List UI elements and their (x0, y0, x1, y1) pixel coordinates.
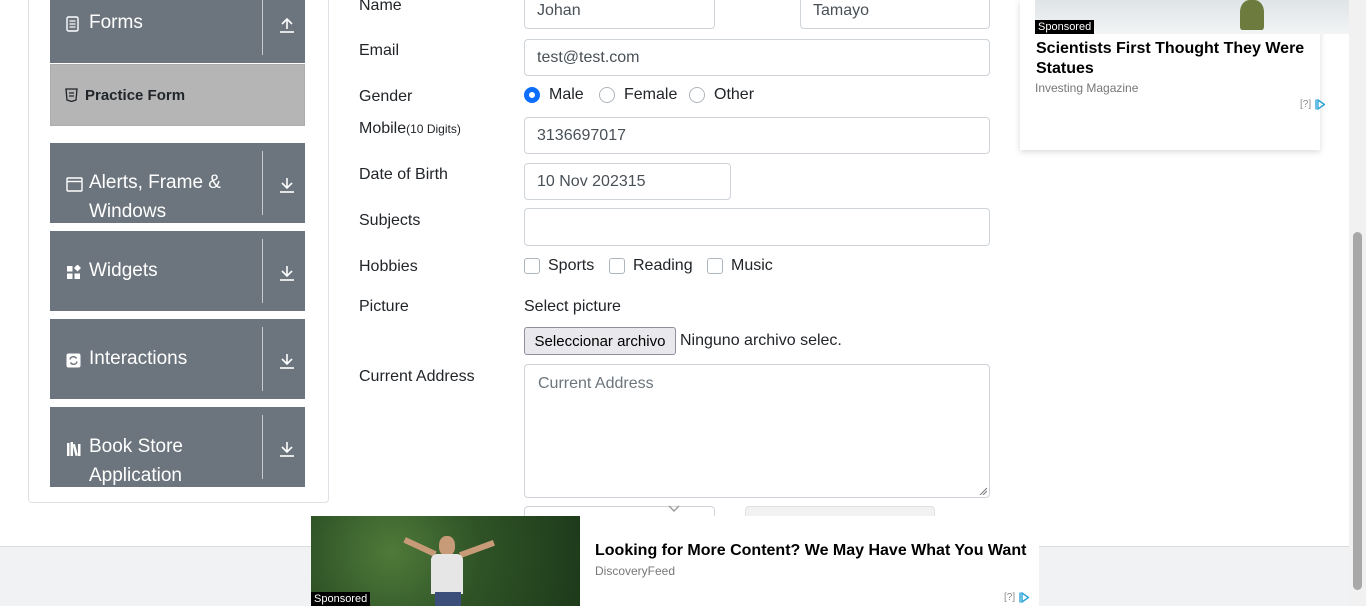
radio-label: Female (624, 86, 678, 103)
arrow-down-icon[interactable] (278, 176, 296, 194)
divider (262, 415, 263, 479)
ad-title[interactable]: Scientists First Thought They Were Statu… (1036, 39, 1318, 79)
divider (262, 327, 263, 391)
sidebar-group-label: Widgets (89, 260, 158, 281)
radio-button[interactable] (524, 87, 540, 103)
sidebar-group-label-line2: Windows (89, 201, 167, 222)
file-status-text: Ninguno archivo selec. (680, 332, 842, 349)
date-of-birth-field[interactable]: 10 Nov 202315 (524, 163, 731, 200)
sidebar-group-label: Forms (89, 12, 143, 33)
radio-button[interactable] (689, 87, 705, 103)
date-of-birth-label: Date of Birth (359, 166, 448, 183)
hobby-sports-checkbox[interactable] (524, 258, 540, 274)
hobbies-label: Hobbies (359, 258, 418, 275)
arrow-down-icon[interactable] (278, 264, 296, 282)
widgets-icon (67, 265, 81, 279)
hobby-reading-checkbox[interactable] (609, 258, 625, 274)
choose-file-button[interactable]: Seleccionar archivo (524, 327, 676, 355)
sidebar-item-practice-form[interactable]: Practice Form (50, 64, 305, 126)
radio-label: Other (714, 86, 755, 103)
sidebar-item-label: Practice Form (85, 87, 186, 104)
gender-option-other[interactable]: Other (689, 86, 754, 104)
last-name-field[interactable]: Tamayo (800, 0, 990, 29)
email-field[interactable]: test@test.com (524, 39, 990, 76)
gender-label: Gender (359, 88, 413, 105)
person-shape (435, 592, 461, 606)
person-shape (403, 537, 437, 557)
hobby-sports-label[interactable]: Sports (548, 257, 594, 275)
sidebar-group-label: Alerts, Frame & (89, 172, 221, 193)
subjects-input[interactable] (524, 208, 990, 246)
ad-source[interactable]: Investing Magazine (1035, 81, 1138, 95)
current-address-textarea[interactable]: Current Address (524, 364, 990, 498)
tree-shape (1240, 0, 1264, 30)
radio-button[interactable] (599, 87, 615, 103)
radio-label: Male (549, 86, 584, 103)
current-address-label: Current Address (359, 368, 475, 385)
divider (262, 0, 263, 55)
arrow-down-icon[interactable] (278, 352, 296, 370)
textarea-placeholder: Current Address (538, 375, 654, 392)
sidebar-group-book-store-application[interactable]: Book Store Application (50, 407, 305, 487)
subjects-label: Subjects (359, 212, 421, 229)
divider (262, 239, 263, 303)
sponsored-label: Sponsored (311, 592, 371, 606)
adchoices-icon[interactable] (1019, 592, 1030, 603)
sidebar-group-label-line2: Application (89, 465, 182, 486)
page-scrollbar[interactable] (1349, 0, 1366, 606)
sponsored-ad-right[interactable]: Sponsored Scientists First Thought They … (1020, 0, 1355, 150)
arrow-up-icon[interactable] (278, 16, 296, 34)
hobby-reading-label[interactable]: Reading (633, 257, 693, 275)
gender-option-female[interactable]: Female (599, 86, 677, 104)
sidebar-group-interactions[interactable]: Interactions (50, 319, 305, 399)
adchoices-help[interactable]: [?] (1004, 592, 1015, 603)
person-shape (439, 536, 455, 556)
html5-icon (65, 88, 78, 102)
arrow-down-icon[interactable] (278, 440, 296, 458)
practice-form-page: Forms Practice Form Alerts, Frame & Wind… (0, 0, 1366, 606)
mobile-label: Mobile(10 Digits) (359, 120, 461, 138)
sponsored-ad-bottom[interactable]: Sponsored Looking for More Content? We M… (311, 516, 1039, 606)
divider (262, 151, 263, 215)
ad-source[interactable]: DiscoveryFeed (595, 564, 675, 578)
picture-label: Picture (359, 298, 409, 315)
chevron-down-icon (668, 505, 680, 512)
sponsored-label: Sponsored (1035, 20, 1095, 34)
adchoices-icon[interactable] (1315, 99, 1326, 110)
name-label: Name (359, 0, 402, 14)
books-icon (67, 442, 81, 457)
resize-handle-icon[interactable] (979, 487, 987, 495)
hobby-music-checkbox[interactable] (707, 258, 723, 274)
scrollbar-thumb[interactable] (1353, 232, 1362, 590)
sidebar-group-alerts-frame-windows[interactable]: Alerts, Frame & Windows (50, 143, 305, 223)
select-picture-label: Select picture (524, 298, 621, 315)
adchoices[interactable]: [?] (1004, 592, 1030, 603)
email-label: Email (359, 42, 400, 59)
mobile-label-text: Mobile (359, 120, 407, 137)
gender-option-male[interactable]: Male (524, 86, 584, 104)
interactions-icon (66, 353, 81, 368)
sidebar-group-label: Book Store (89, 436, 183, 457)
document-icon (66, 16, 79, 32)
sidebar-group-forms[interactable]: Forms (50, 0, 305, 63)
person-shape (459, 540, 495, 558)
mobile-field[interactable]: 3136697017 (524, 117, 990, 154)
adchoices[interactable]: [?] (1300, 99, 1326, 110)
ad-title[interactable]: Looking for More Content? We May Have Wh… (595, 541, 1026, 561)
hobby-music-label[interactable]: Music (731, 257, 773, 275)
mobile-hint: (10 Digits) (406, 122, 461, 136)
sidebar-group-label: Interactions (89, 348, 188, 369)
sidebar-group-widgets[interactable]: Widgets (50, 231, 305, 311)
first-name-field[interactable]: Johan (524, 0, 715, 29)
window-icon (66, 177, 83, 192)
person-shape (431, 554, 463, 594)
adchoices-help[interactable]: [?] (1300, 99, 1311, 110)
